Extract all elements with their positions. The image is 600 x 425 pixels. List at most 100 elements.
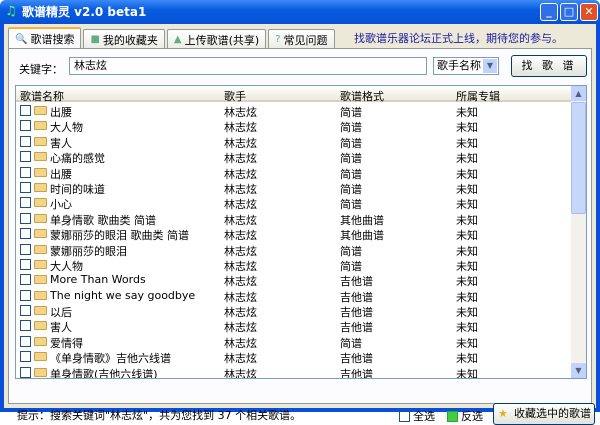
row-checkbox[interactable] bbox=[20, 366, 31, 378]
table-row[interactable]: 爱情得 林志炫 简谱 未知 bbox=[16, 334, 572, 350]
row-checkbox[interactable] bbox=[20, 243, 31, 255]
folder-icon bbox=[34, 336, 47, 346]
table-row[interactable]: 心痛的感觉 林志炫 简谱 未知 bbox=[16, 149, 572, 165]
row-checkbox[interactable] bbox=[20, 289, 31, 301]
title-bar: ♫ 歌谱精灵 v2.0 beta1 _ □ ✕ bbox=[0, 0, 600, 24]
row-checkbox[interactable] bbox=[20, 320, 31, 332]
row-checkbox[interactable] bbox=[20, 351, 31, 363]
folder-icon bbox=[34, 259, 47, 269]
select-all-checkbox[interactable]: 全选 bbox=[399, 408, 435, 424]
minimize-button[interactable]: _ bbox=[540, 3, 558, 21]
tab-song-search[interactable]: 🔍 歌谱搜索 bbox=[8, 27, 82, 49]
scroll-up-icon[interactable]: ▲ bbox=[571, 86, 586, 101]
status-text: 提示：搜索关键词"林志炫"，共为您找到 37 个相关歌谱。 bbox=[17, 409, 302, 422]
column-header-name[interactable]: 歌谱名称 bbox=[20, 88, 64, 104]
favorites-icon: ■ bbox=[90, 34, 100, 45]
cell-name: More Than Words bbox=[50, 273, 146, 287]
client-area: 🔍 歌谱搜索 ■ 我的收藏夹 ▲ 上传歌谱(共享) ? 常见问题 找歌谱乐器论坛正式上线… bbox=[4, 24, 596, 425]
music-note-icon: ♫ bbox=[5, 4, 17, 19]
table-row[interactable]: 出腰 林志炫 简谱 未知 bbox=[16, 103, 572, 119]
folder-icon bbox=[34, 352, 47, 362]
vertical-scrollbar[interactable]: ▲ ▼ bbox=[571, 86, 586, 378]
row-checkbox[interactable] bbox=[20, 197, 31, 209]
tab-favorites[interactable]: ■ 我的收藏夹 bbox=[83, 29, 165, 49]
search-button[interactable]: 找 歌 谱 bbox=[511, 55, 587, 77]
table-row[interactable]: 单身情歌(吉他六线谱) 林志炫 吉他谱 未知 bbox=[16, 365, 572, 379]
table-row[interactable]: 时间的味道 林志炫 简谱 未知 bbox=[16, 180, 572, 196]
upload-icon: ▲ bbox=[173, 34, 182, 45]
column-header-album[interactable]: 所属专辑 bbox=[456, 88, 500, 104]
row-checkbox[interactable] bbox=[20, 228, 31, 240]
folder-icon bbox=[34, 213, 47, 223]
column-header-singer[interactable]: 歌手 bbox=[224, 88, 246, 104]
row-checkbox[interactable] bbox=[20, 120, 31, 132]
folder-icon bbox=[34, 244, 47, 254]
table-row[interactable]: 大人物 林志炫 简谱 未知 bbox=[16, 118, 572, 134]
search-panel: 关键字： 林志炫 歌手名称 ▼ 找 歌 谱 歌谱名称 歌手 歌谱格式 所属专辑 出… bbox=[8, 48, 595, 425]
cell-name: 单身情歌(吉他六线谱) bbox=[50, 367, 158, 379]
favorite-icon: ★ bbox=[498, 407, 508, 420]
maximize-button[interactable]: □ bbox=[560, 3, 578, 21]
table-row[interactable]: 害人 林志炫 简谱 未知 bbox=[16, 134, 572, 150]
folder-icon bbox=[34, 321, 47, 331]
folder-icon bbox=[34, 106, 47, 115]
cell-name: The night we say goodbye bbox=[50, 288, 196, 302]
row-checkbox[interactable] bbox=[20, 181, 31, 193]
cell-format: 吉他谱 bbox=[340, 367, 373, 379]
checkbox-icon bbox=[399, 410, 410, 422]
list-header: 歌谱名称 歌手 歌谱格式 所属专辑 bbox=[16, 86, 572, 104]
favorite-selected-button[interactable]: ★ 收藏选中的歌谱 bbox=[493, 403, 595, 425]
table-row[interactable]: The night we say goodbye 林志炫 吉他谱 未知 bbox=[16, 288, 572, 304]
scroll-down-icon[interactable]: ▼ bbox=[571, 363, 586, 378]
row-checkbox[interactable] bbox=[20, 166, 31, 178]
song-list: 歌谱名称 歌手 歌谱格式 所属专辑 出腰 林志炫 简谱 未知 大人物 林志炫 简谱 未知 害人林… bbox=[15, 85, 587, 379]
row-checkbox[interactable] bbox=[20, 105, 31, 116]
invert-icon bbox=[447, 410, 458, 422]
table-row[interactable]: 大人物 林志炫 简谱 未知 bbox=[16, 257, 572, 273]
folder-icon bbox=[34, 367, 47, 377]
keyword-label: 关键字： bbox=[19, 63, 63, 76]
folder-icon bbox=[34, 229, 47, 239]
table-row[interactable]: 单身情歌 歌曲类 简谱 林志炫 其他曲谱 未知 bbox=[16, 211, 572, 227]
chevron-down-icon: ▼ bbox=[483, 59, 497, 73]
table-row[interactable]: 小心 林志炫 简谱 未知 bbox=[16, 195, 572, 211]
folder-icon bbox=[34, 306, 47, 316]
scroll-thumb[interactable] bbox=[571, 102, 586, 214]
folder-icon bbox=[34, 275, 47, 285]
folder-icon bbox=[34, 198, 47, 208]
invert-selection-checkbox[interactable]: 反选 bbox=[447, 408, 483, 424]
table-row[interactable]: 蒙娜丽莎的眼泪 林志炫 简谱 未知 bbox=[16, 242, 572, 258]
row-checkbox[interactable] bbox=[20, 258, 31, 270]
close-button[interactable]: ✕ bbox=[580, 3, 598, 21]
column-header-format[interactable]: 歌谱格式 bbox=[340, 88, 384, 104]
row-checkbox[interactable] bbox=[20, 135, 31, 147]
tab-faq[interactable]: ? 常见问题 bbox=[268, 29, 335, 49]
search-field-select[interactable]: 歌手名称 ▼ bbox=[433, 57, 499, 75]
faq-icon: ? bbox=[275, 34, 281, 45]
row-checkbox[interactable] bbox=[20, 212, 31, 224]
folder-icon bbox=[34, 152, 47, 162]
table-row[interactable]: 蒙娜丽莎的眼泪 歌曲类 简谱 林志炫 其他曲谱 未知 bbox=[16, 226, 572, 242]
folder-icon bbox=[34, 290, 47, 300]
folder-icon bbox=[34, 167, 47, 177]
table-row[interactable]: More Than Words 林志炫 吉他谱 未知 bbox=[16, 272, 572, 288]
folder-icon bbox=[34, 121, 47, 131]
table-row[interactable]: 出腰 林志炫 简谱 未知 bbox=[16, 165, 572, 181]
search-icon: 🔍 bbox=[15, 33, 28, 45]
keyword-input[interactable]: 林志炫 bbox=[69, 57, 427, 75]
table-row[interactable]: 害人 林志炫 吉他谱 未知 bbox=[16, 318, 572, 334]
app-window: ♫ 歌谱精灵 v2.0 beta1 _ □ ✕ 🔍 歌谱搜索 ■ 我的收藏夹 ▲ 上传… bbox=[0, 0, 600, 425]
row-checkbox[interactable] bbox=[20, 305, 31, 317]
forum-notice-link[interactable]: 找歌谱乐器论坛正式上线，期待您的参与。 bbox=[354, 30, 563, 46]
tab-upload[interactable]: ▲ 上传歌谱(共享) bbox=[166, 29, 267, 49]
row-checkbox[interactable] bbox=[20, 274, 31, 286]
list-rows: 出腰 林志炫 简谱 未知 大人物 林志炫 简谱 未知 害人 林志炫 简谱 未知 心痛的感觉 林志炫 简谱 未知… bbox=[16, 103, 572, 379]
table-row[interactable]: 以后 林志炫 吉他谱 未知 bbox=[16, 303, 572, 319]
cell-singer: 林志炫 bbox=[224, 367, 257, 379]
row-checkbox[interactable] bbox=[20, 335, 31, 347]
folder-icon bbox=[34, 182, 47, 192]
cell-album: 未知 bbox=[456, 367, 478, 379]
table-row[interactable]: 《单身情歌》吉他六线谱 林志炫 吉他谱 未知 bbox=[16, 349, 572, 365]
folder-icon bbox=[34, 136, 47, 146]
row-checkbox[interactable] bbox=[20, 151, 31, 163]
